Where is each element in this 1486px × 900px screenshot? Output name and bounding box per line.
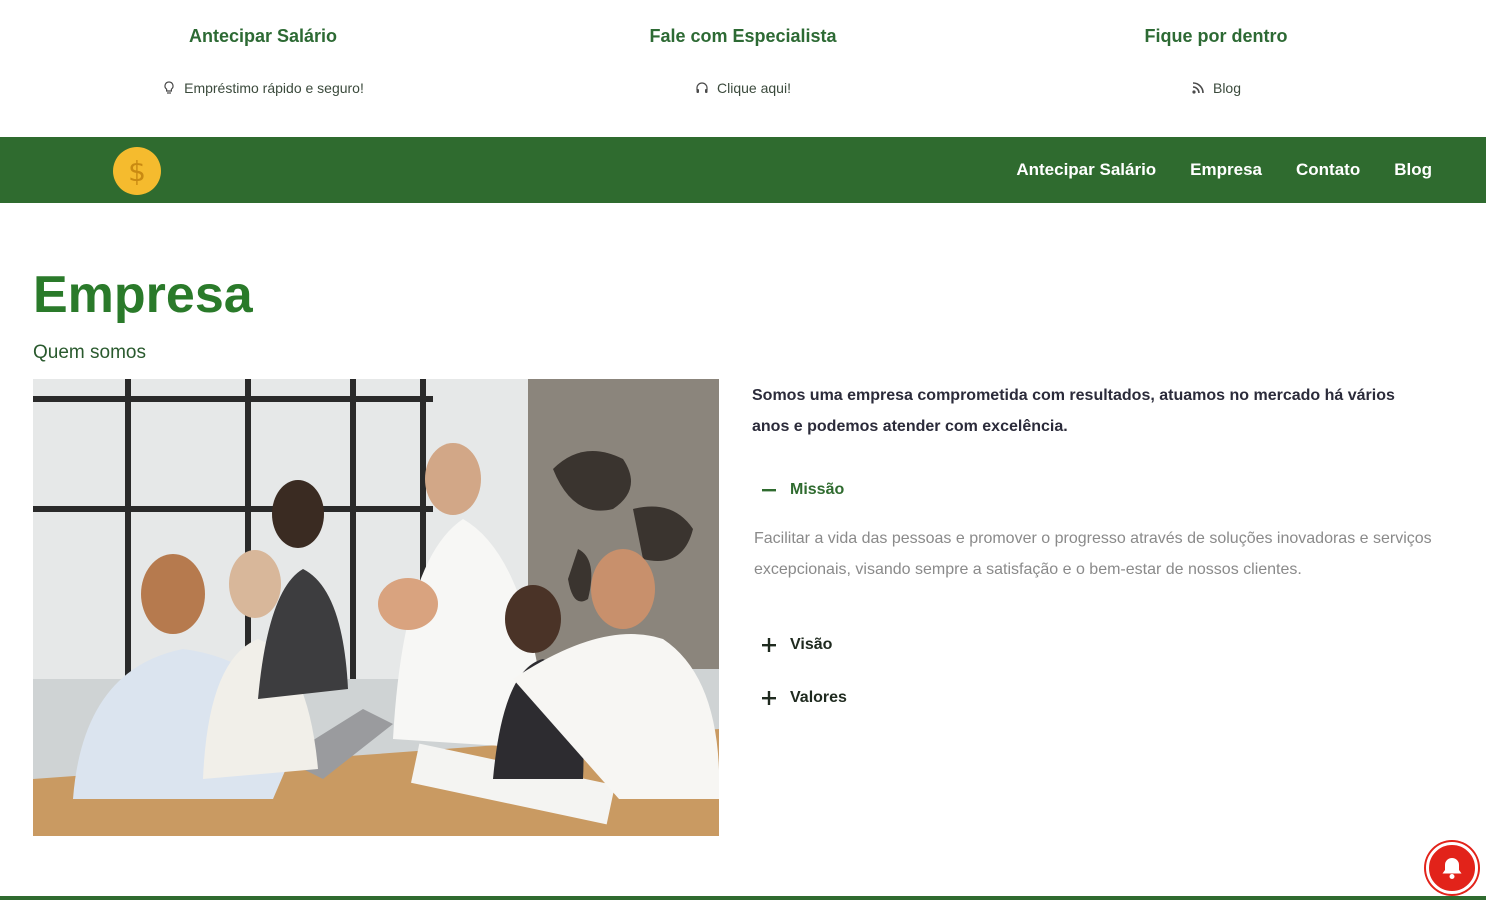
nav-item-blog[interactable]: Blog bbox=[1394, 160, 1432, 180]
top-link-emprestimo-label: Empréstimo rápido e seguro! bbox=[184, 80, 364, 96]
rss-icon bbox=[1192, 82, 1204, 94]
nav-item-contato[interactable]: Contato bbox=[1296, 160, 1360, 180]
accordion-missao-content: Facilitar a vida das pessoas e promover … bbox=[754, 530, 1432, 578]
minus-icon bbox=[760, 481, 778, 499]
nav-item-antecipar-salario[interactable]: Antecipar Salário bbox=[1016, 160, 1156, 180]
accordion-visao-header[interactable]: Visão bbox=[760, 636, 832, 654]
nav-links: Antecipar Salário Empresa Contato Blog bbox=[1016, 137, 1432, 203]
accordion-missao-label: Missão bbox=[790, 481, 845, 498]
plus-icon bbox=[760, 689, 778, 707]
top-link-clique-label: Clique aqui! bbox=[717, 80, 791, 96]
top-info-bar: Antecipar Salário Empréstimo rápido e se… bbox=[0, 0, 1486, 137]
dollar-coin-logo[interactable]: $ bbox=[113, 147, 161, 195]
team-high-five-image bbox=[33, 379, 719, 836]
page-subtitle: Quem somos bbox=[33, 342, 146, 363]
top-title-especialista: Fale com Especialista bbox=[649, 26, 837, 46]
accordion-missao-header[interactable]: Missão bbox=[760, 481, 844, 499]
bell-icon bbox=[1442, 858, 1462, 879]
headset-icon bbox=[696, 82, 708, 93]
accordion-visao-label: Visão bbox=[790, 636, 833, 653]
top-link-blog-label: Blog bbox=[1212, 80, 1242, 96]
company-intro-text: Somos uma empresa comprometida com resul… bbox=[752, 387, 1395, 435]
accordion-valores-label: Valores bbox=[790, 689, 847, 706]
plus-icon bbox=[760, 636, 778, 654]
lightbulb-icon bbox=[164, 81, 174, 94]
notification-bell-button[interactable] bbox=[1426, 842, 1478, 894]
top-link-clique[interactable]: Clique aqui! bbox=[513, 80, 973, 96]
top-title-antecipar: Antecipar Salário bbox=[188, 26, 338, 46]
accordion-valores-header[interactable]: Valores bbox=[760, 689, 847, 707]
team-photo bbox=[33, 379, 719, 836]
top-title-fique: Fique por dentro bbox=[1144, 26, 1288, 46]
nav-item-empresa[interactable]: Empresa bbox=[1190, 160, 1262, 180]
main-navbar: $ Antecipar Salário Empresa Contato Blog bbox=[0, 137, 1486, 203]
top-link-blog[interactable]: Blog bbox=[986, 80, 1446, 96]
page-title: Empresa bbox=[33, 266, 253, 324]
footer-divider bbox=[0, 896, 1486, 900]
top-link-emprestimo[interactable]: Empréstimo rápido e seguro! bbox=[33, 80, 493, 96]
